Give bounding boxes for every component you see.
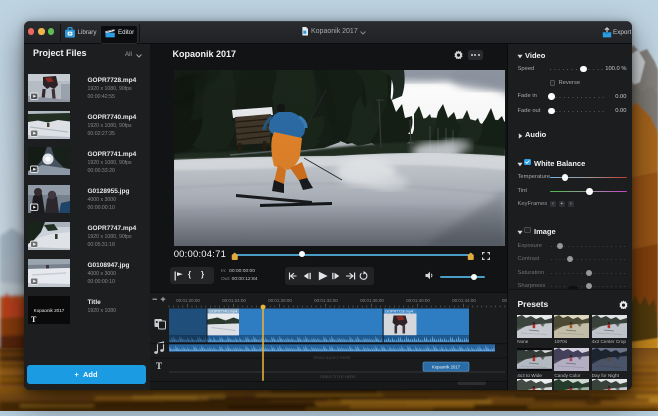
svg-text:00:01:24:00: 00:01:24:00 bbox=[222, 298, 246, 303]
svg-text:GOPR7740.mp4: GOPR7740.mp4 bbox=[209, 310, 237, 314]
svg-text:Kopaonik 2017: Kopaonik 2017 bbox=[432, 364, 461, 369]
svg-text:DRAG TITLE HERE: DRAG TITLE HERE bbox=[320, 374, 356, 379]
svg-text:00:01:32:00: 00:01:32:00 bbox=[314, 298, 338, 303]
svg-text:T: T bbox=[156, 361, 162, 371]
svg-text:GOPR7728.mp4: GOPR7728.mp4 bbox=[385, 310, 413, 314]
svg-text:00:01:36:00: 00:01:36:00 bbox=[360, 298, 384, 303]
svg-text:00:01:40:00: 00:01:40:00 bbox=[406, 298, 430, 303]
svg-text:DRAG AUDIO HERE: DRAG AUDIO HERE bbox=[313, 355, 351, 360]
svg-text:00:01:44:00: 00:01:44:00 bbox=[452, 298, 476, 303]
svg-text:00:01:28:00: 00:01:28:00 bbox=[268, 298, 292, 303]
svg-text:00:01:20:00: 00:01:20:00 bbox=[176, 298, 200, 303]
